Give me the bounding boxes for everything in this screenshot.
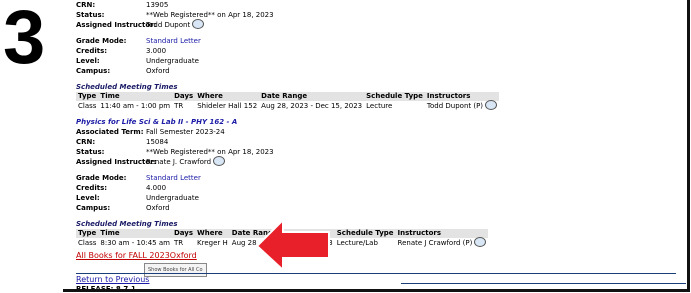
column-header: Time xyxy=(98,92,173,101)
instructor-name: Todd Dupont (P) xyxy=(426,102,484,110)
grade-mode-row: Grade Mode: Standard Letter xyxy=(76,36,676,46)
crn-row: CRN: 13905 xyxy=(76,0,676,10)
column-header: Schedule Type xyxy=(364,92,425,101)
table-header-row: Type Time Days Where Date Range Schedule… xyxy=(76,92,500,101)
field-label: Credits: xyxy=(76,184,108,192)
table-cell: 11:40 am - 1:00 pm xyxy=(100,101,171,110)
field-label: Assigned Instructor: xyxy=(76,158,157,166)
table-cell: TR xyxy=(174,101,184,110)
column-header: Type xyxy=(76,92,99,101)
table-cell: Lecture/Lab xyxy=(336,238,378,247)
field-value: **Web Registered** on Apr 18, 2023 xyxy=(146,11,274,19)
field-value: Oxford xyxy=(146,204,170,212)
table-cell: 8:30 am - 10:45 am xyxy=(100,238,170,247)
table-cell: Aug 28, 2023 - Dec 15, 2023 xyxy=(261,101,363,110)
divider xyxy=(401,283,686,284)
email-icon[interactable] xyxy=(192,19,205,29)
field-value: Fall Semester 2023-24 xyxy=(146,128,225,136)
table-cell: Class xyxy=(78,238,97,247)
table-cell: Kreger H xyxy=(197,238,228,247)
red-arrow-icon xyxy=(255,218,330,270)
column-header: Where xyxy=(195,92,260,101)
screenshot-frame: CRN: 13905 Status: **Web Registered** on… xyxy=(63,0,690,292)
credits-row: Credits: 3.000 xyxy=(76,46,676,56)
column-header: Instructors xyxy=(395,229,489,238)
table-cell: Shideler Hall 152 xyxy=(197,101,258,110)
field-label: Grade Mode: xyxy=(76,37,127,45)
campus-row: Campus: Oxford xyxy=(76,203,676,213)
table-cell: Lecture xyxy=(366,101,393,110)
field-label: CRN: xyxy=(76,1,96,9)
meeting-times-table: Type Time Days Where Date Range Schedule… xyxy=(76,92,500,111)
all-books-link[interactable]: All Books for FALL 2023Oxford xyxy=(76,251,197,261)
course-2: Physics for Life Sci & Lab II - PHY 162 … xyxy=(76,117,676,248)
status-row: Status: **Web Registered** on Apr 18, 20… xyxy=(76,147,676,157)
field-label: Credits: xyxy=(76,47,108,55)
field-value: Oxford xyxy=(146,67,170,75)
level-row: Level: Undergraduate xyxy=(76,56,676,66)
column-header: Date Range xyxy=(259,92,365,101)
field-label: Status: xyxy=(76,11,105,19)
column-header: Days xyxy=(172,92,196,101)
instructor-name: Renate J Crawford (P) xyxy=(397,239,473,247)
term-row: Associated Term: Fall Semester 2023-24 xyxy=(76,127,676,137)
email-icon[interactable] xyxy=(213,156,226,166)
field-value: Undergraduate xyxy=(146,194,199,202)
field-value: 13905 xyxy=(146,1,169,9)
meeting-times-title: Scheduled Meeting Times xyxy=(76,83,178,91)
field-value: Undergraduate xyxy=(146,57,199,65)
column-header: Where xyxy=(195,229,230,238)
course-1: CRN: 13905 Status: **Web Registered** on… xyxy=(76,0,676,111)
column-header: Time xyxy=(98,229,172,238)
field-value: 4.000 xyxy=(146,184,167,192)
table-cell: Todd Dupont (P) xyxy=(425,100,499,111)
field-value: 15084 xyxy=(146,138,169,146)
field-label: Associated Term: xyxy=(76,128,144,136)
instructor-row: Assigned Instructor: Renate J. Crawford xyxy=(76,156,676,167)
email-icon[interactable] xyxy=(474,237,487,247)
field-label: Grade Mode: xyxy=(76,174,127,182)
schedule-detail: CRN: 13905 Status: **Web Registered** on… xyxy=(76,0,686,289)
field-label: Status: xyxy=(76,148,105,156)
course-title: Physics for Life Sci & Lab II - PHY 162 … xyxy=(76,118,238,126)
instructor-row: Assigned Instructor: Todd Dupont xyxy=(76,19,676,30)
meeting-times-title: Scheduled Meeting Times xyxy=(76,220,178,228)
table-cell: TR xyxy=(173,238,184,247)
table-cell: Renate J Crawford (P) xyxy=(396,237,489,248)
divider xyxy=(76,273,676,274)
table-row: Class 11:40 am - 1:00 pm TR Shideler Hal… xyxy=(76,100,499,111)
table-cell: Class xyxy=(78,101,97,110)
field-value: Renate J. Crawford xyxy=(146,158,212,166)
step-number: 3 xyxy=(3,0,46,80)
field-value: 3.000 xyxy=(146,47,167,55)
grade-mode-link[interactable]: Standard Letter xyxy=(146,36,201,46)
field-label: Campus: xyxy=(76,204,111,212)
level-row: Level: Undergraduate xyxy=(76,193,676,203)
field-label: Assigned Instructor: xyxy=(76,21,157,29)
crn-row: CRN: 15084 xyxy=(76,137,676,147)
field-label: CRN: xyxy=(76,138,96,146)
campus-row: Campus: Oxford xyxy=(76,66,676,76)
grade-mode-row: Grade Mode: Standard Letter xyxy=(76,173,676,183)
field-label: Level: xyxy=(76,57,100,65)
column-header: Type xyxy=(76,229,99,238)
release-version: RELEASE: 8.7.1 xyxy=(76,285,136,292)
field-value: **Web Registered** on Apr 18, 2023 xyxy=(146,148,274,156)
column-header: Schedule Type xyxy=(334,229,396,238)
books-tooltip: Show Books for All Co xyxy=(144,263,207,277)
field-label: Campus: xyxy=(76,67,111,75)
credits-row: Credits: 4.000 xyxy=(76,183,676,193)
field-label: Level: xyxy=(76,194,100,202)
field-value: Todd Dupont xyxy=(146,21,191,29)
column-header: Days xyxy=(171,229,196,238)
grade-mode-link[interactable]: Standard Letter xyxy=(146,173,201,183)
email-icon[interactable] xyxy=(485,100,498,110)
status-row: Status: **Web Registered** on Apr 18, 20… xyxy=(76,10,676,20)
